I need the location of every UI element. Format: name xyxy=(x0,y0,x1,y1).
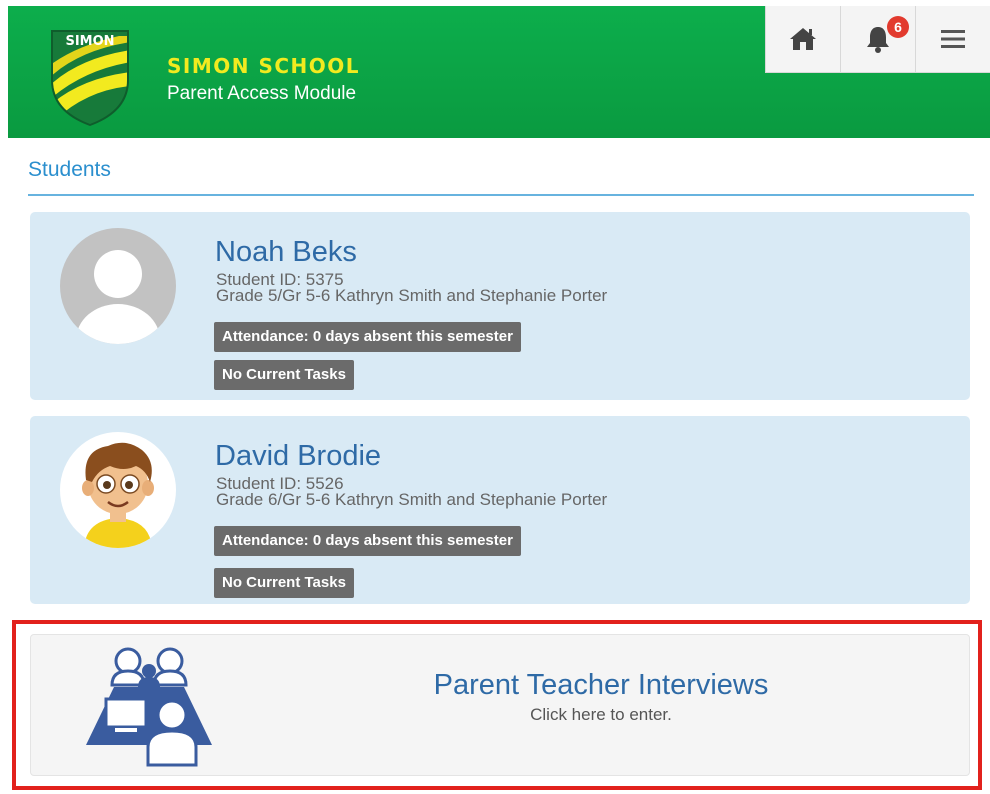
student-details: Student ID: 5526 Grade 6/Gr 5-6 Kathryn … xyxy=(216,475,608,509)
student-grade: Grade 5/Gr 5-6 Kathryn Smith and Stephan… xyxy=(216,286,608,305)
notification-badge: 6 xyxy=(887,16,909,38)
tasks-badge[interactable]: No Current Tasks xyxy=(214,568,354,598)
student-name[interactable]: David Brodie xyxy=(215,440,381,473)
menu-icon xyxy=(941,30,965,48)
placeholder-avatar-icon xyxy=(60,228,176,344)
student-card[interactable]: David Brodie Student ID: 5526 Grade 6/Gr… xyxy=(30,416,970,604)
student-grade: Grade 6/Gr 5-6 Kathryn Smith and Stephan… xyxy=(216,490,608,509)
interviews-subtitle: Click here to enter. xyxy=(530,705,672,724)
header-bar: SIMON SIMON SCHOOL Parent Access Module … xyxy=(8,6,990,138)
home-button[interactable] xyxy=(765,6,840,73)
parent-teacher-interviews-card[interactable]: Parent Teacher Interviews Click here to … xyxy=(30,634,970,776)
student-name[interactable]: Noah Beks xyxy=(215,236,357,269)
student-details: Student ID: 5375 Grade 5/Gr 5-6 Kathryn … xyxy=(216,271,608,305)
module-name: Parent Access Module xyxy=(167,83,357,104)
section-divider xyxy=(28,194,974,196)
home-icon xyxy=(790,28,816,50)
cartoon-boy-avatar xyxy=(60,432,176,548)
attendance-badge[interactable]: Attendance: 0 days absent this semester xyxy=(214,526,521,556)
menu-button[interactable] xyxy=(915,6,990,73)
tasks-badge[interactable]: No Current Tasks xyxy=(214,360,354,390)
student-card[interactable]: Noah Beks Student ID: 5375 Grade 5/Gr 5-… xyxy=(30,212,970,400)
header-actions: 6 xyxy=(765,6,990,73)
notifications-button[interactable]: 6 xyxy=(840,6,915,73)
attendance-badge[interactable]: Attendance: 0 days absent this semester xyxy=(214,322,521,352)
meeting-icon xyxy=(86,647,212,767)
app-frame: SIMON SIMON SCHOOL Parent Access Module … xyxy=(8,6,990,794)
section-title: Students xyxy=(28,158,111,181)
school-name: SIMON SCHOOL xyxy=(167,54,361,78)
interviews-title[interactable]: Parent Teacher Interviews xyxy=(391,669,811,702)
svg-text:SIMON: SIMON xyxy=(65,34,114,49)
school-logo[interactable]: SIMON xyxy=(49,28,131,126)
